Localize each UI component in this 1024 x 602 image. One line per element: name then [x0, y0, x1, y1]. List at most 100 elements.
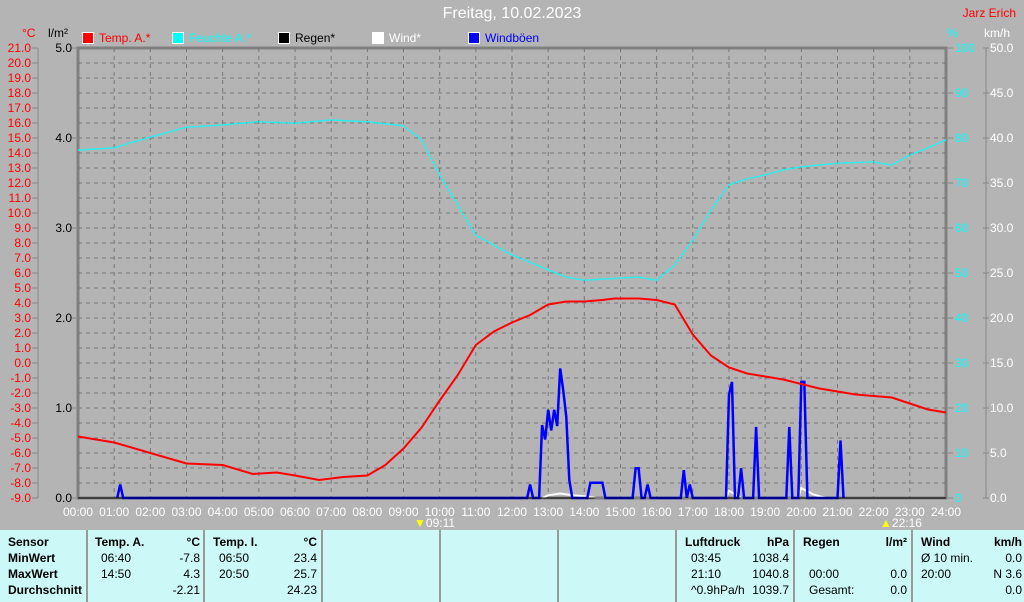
rain-tick-label: 4.0 — [55, 131, 72, 145]
table-divider — [675, 530, 677, 602]
rain-tick-label: 1.0 — [55, 401, 72, 415]
temp-tick-label: 7.0 — [14, 251, 31, 265]
temp-tick-label: 10.0 — [8, 206, 32, 220]
wind-tick-label: 15.0 — [990, 356, 1014, 370]
x-tick-label: 03:00 — [171, 505, 201, 519]
temp-tick-label: 21.0 — [8, 41, 32, 55]
wind-tick-label: 0.0 — [990, 491, 1007, 505]
wind-tick-label: 35.0 — [990, 176, 1014, 190]
table-cell: MinWert — [8, 551, 56, 565]
wind-tick-label: 40.0 — [990, 131, 1014, 145]
sunset-time: 22:16 — [891, 516, 922, 530]
table-divider — [911, 530, 913, 602]
temp-tick-label: -2.0 — [10, 386, 31, 400]
x-tick-label: 05:00 — [244, 505, 274, 519]
table-cell: 00:00 — [809, 567, 840, 581]
table-cell: MaxWert — [8, 567, 58, 581]
table-cell: hPa — [766, 535, 789, 549]
x-tick-label: 12:00 — [497, 505, 527, 519]
table-cell: 20:00 — [921, 567, 952, 581]
x-tick-label: 17:00 — [678, 505, 708, 519]
table-cell: 25.7 — [293, 567, 317, 581]
temp-tick-label: -3.0 — [10, 401, 31, 415]
gust-line — [115, 368, 845, 500]
table-divider — [793, 530, 795, 602]
table-cell: 1039.7 — [752, 583, 789, 597]
sunrise-time: 09:11 — [425, 516, 456, 530]
x-tick-label: 20:00 — [786, 505, 816, 519]
table-cell: Durchschnitt — [8, 583, 83, 597]
temp-tick-label: 1.0 — [14, 341, 31, 355]
temp-tick-label: -8.0 — [10, 476, 31, 490]
table-cell: 06:50 — [219, 551, 250, 565]
wind-tick-label: 50.0 — [990, 41, 1014, 55]
x-tick-label: 01:00 — [99, 505, 129, 519]
table-cell: Temp. I. — [213, 535, 258, 549]
table-cell: 0.0 — [1005, 551, 1022, 565]
temp-tick-label: 12.0 — [8, 176, 32, 190]
x-tick-label: 00:00 — [63, 505, 93, 519]
temp-tick-label: 20.0 — [8, 56, 32, 70]
table-cell: -7.8 — [179, 551, 200, 565]
temp-tick-label: 9.0 — [14, 221, 31, 235]
temp-tick-label: -5.0 — [10, 431, 31, 445]
table-cell: Temp. A. — [95, 535, 145, 549]
x-tick-label: 18:00 — [714, 505, 744, 519]
table-cell: 06:40 — [101, 551, 132, 565]
table-cell: 4.3 — [183, 567, 200, 581]
temp-tick-label: 13.0 — [8, 161, 32, 175]
table-cell: Luftdruck — [685, 535, 741, 549]
wind-tick-label: 5.0 — [990, 446, 1007, 460]
x-tick-label: 24:00 — [931, 505, 961, 519]
temp-tick-label: 3.0 — [14, 311, 31, 325]
table-divider — [203, 530, 205, 602]
temp-tick-label: 5.0 — [14, 281, 31, 295]
rain-tick-label: 3.0 — [55, 221, 72, 235]
x-tick-label: 16:00 — [642, 505, 672, 519]
rain-tick-label: 5.0 — [55, 41, 72, 55]
temp-tick-label: 15.0 — [8, 131, 32, 145]
humidity-tick-label: 20 — [955, 401, 969, 415]
temp-tick-label: -6.0 — [10, 446, 31, 460]
x-tick-label: 06:00 — [280, 505, 310, 519]
table-cell: 03:45 — [691, 551, 722, 565]
x-tick-label: 14:00 — [569, 505, 599, 519]
table-cell: Regen — [803, 535, 840, 549]
x-tick-label: 02:00 — [135, 505, 165, 519]
temp-tick-label: 8.0 — [14, 236, 31, 250]
x-tick-label: 13:00 — [533, 505, 563, 519]
temp-tick-label: 11.0 — [9, 191, 32, 205]
table-cell: 0.0 — [1005, 583, 1022, 597]
humidity-tick-label: 40 — [955, 311, 969, 325]
temp-tick-label: 17.0 — [8, 101, 32, 115]
temp-tick-label: -4.0 — [10, 416, 31, 430]
temp-tick-label: 0.0 — [14, 356, 31, 370]
x-tick-label: 11:00 — [461, 505, 490, 519]
x-tick-label: 21:00 — [822, 505, 852, 519]
temp-tick-label: 4.0 — [14, 296, 31, 310]
humidity-tick-label: 80 — [955, 131, 969, 145]
sunset-icon: ▲ — [880, 516, 892, 530]
sunrise-icon: ▼ — [414, 516, 426, 530]
table-cell: 24.23 — [286, 583, 317, 597]
temp-tick-label: 14.0 — [8, 146, 32, 160]
table-cell: 23.4 — [293, 551, 317, 565]
table-cell: Sensor — [8, 535, 49, 549]
humidity-tick-label: 0 — [955, 491, 962, 505]
sunrise-label: ▼09:11 — [414, 516, 455, 530]
table-cell: km/h — [993, 535, 1022, 549]
table-cell: 20:50 — [219, 567, 250, 581]
table-cell: 1040.8 — [752, 567, 789, 581]
wind-tick-label: 25.0 — [990, 266, 1014, 280]
humidity-tick-label: 70 — [955, 176, 969, 190]
temp-tick-label: -1.0 — [10, 371, 31, 385]
table-cell: 14:50 — [101, 567, 132, 581]
table-cell: 1038.4 — [752, 551, 789, 565]
x-tick-label: 04:00 — [208, 505, 238, 519]
rain-tick-label: 0.0 — [55, 491, 72, 505]
table-cell: N 3.6 — [993, 567, 1022, 581]
wind-tick-label: 30.0 — [990, 221, 1014, 235]
humidity-tick-label: 50 — [955, 266, 969, 280]
humidity-tick-label: 30 — [955, 356, 969, 370]
temp-tick-label: -7.0 — [10, 461, 31, 475]
